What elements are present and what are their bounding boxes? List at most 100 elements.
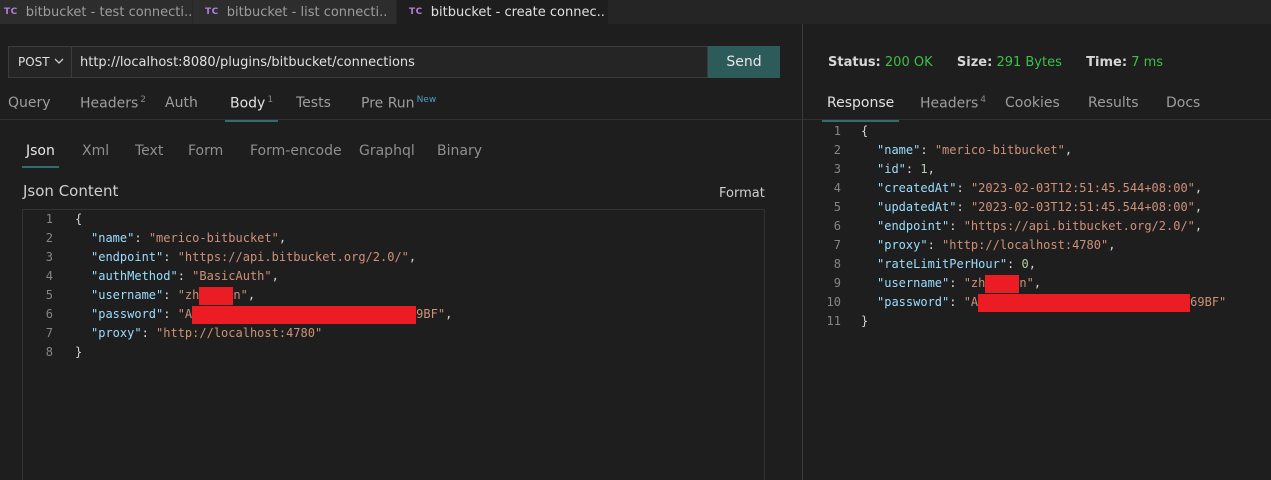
method-select[interactable]: POST [8, 46, 72, 78]
time-value: 7 ms [1131, 55, 1164, 70]
tab-label: Json [26, 143, 55, 159]
code-line: "endpoint": "https://api.bitbucket.org/2… [91, 250, 417, 264]
tab-docs[interactable]: Docs [1166, 95, 1200, 111]
body-tab-xml[interactable]: Xml [82, 143, 109, 159]
chevron-down-icon [54, 58, 64, 64]
line-number: 8 [833, 257, 841, 271]
line-number: 7 [833, 238, 841, 252]
code-line: "authMethod": "BasicAuth", [91, 269, 279, 283]
active-tab-indicator [22, 166, 59, 168]
tab-label: Pre Run [361, 95, 415, 112]
url-input[interactable]: http://localhost:8080/plugins/bitbucket/… [72, 46, 708, 78]
redaction-block [978, 293, 1191, 312]
tab-label: Response [827, 95, 895, 111]
line-number: 4 [833, 181, 841, 195]
tab-label: Tests [296, 95, 331, 111]
tab-label: Query [8, 95, 51, 111]
tab-auth[interactable]: Auth [165, 95, 198, 111]
code-line: "username": "zh n", [91, 286, 255, 305]
tab-query[interactable]: Query [8, 95, 51, 111]
count-badge: 1 [267, 95, 274, 105]
url-value: http://localhost:8080/plugins/bitbucket/… [80, 54, 415, 70]
tab-label: Headers [920, 95, 979, 112]
line-number: 4 [45, 269, 53, 283]
line-number: 9 [833, 276, 841, 290]
tab-response[interactable]: Response [822, 95, 900, 122]
thunder-client-icon: TC [205, 7, 219, 17]
status-label: Status: [828, 55, 881, 70]
time-label: Time: [1086, 55, 1128, 70]
redaction-block [199, 286, 234, 305]
line-number: 8 [45, 345, 53, 359]
body-tab-form[interactable]: Form [188, 143, 223, 159]
code-line: "name": "merico-bitbucket", [877, 143, 1073, 157]
code-line: "updatedAt": "2023-02-03T12:51:45.544+08… [877, 200, 1203, 214]
tab-tests[interactable]: Tests [296, 95, 331, 111]
line-number: 10 [826, 295, 841, 309]
new-badge: New [416, 95, 437, 105]
tab-label: Graphql [359, 143, 415, 159]
code-line: "id": 1, [877, 162, 935, 176]
tab-label: Form [188, 143, 224, 159]
tab-list-connection[interactable]: TC bitbucket - list connecti.. [193, 0, 396, 24]
line-number: 2 [45, 231, 53, 245]
code-line: "endpoint": "https://api.bitbucket.org/2… [877, 219, 1203, 233]
format-button[interactable]: Format [719, 186, 765, 201]
method-value: POST [18, 55, 50, 69]
tab-response-headers[interactable]: Headers 4 [920, 95, 986, 112]
code-line: "name": "merico-bitbucket", [91, 231, 287, 245]
tab-title: bitbucket - test connecti.. [25, 4, 192, 20]
tab-body[interactable]: Body 1 [225, 95, 279, 122]
tab-create-connection[interactable]: TC bitbucket - create connec.. ✕ [397, 0, 608, 24]
json-content-label: Json Content [23, 182, 119, 200]
line-number: 3 [45, 250, 53, 264]
size-label: Size: [956, 55, 993, 70]
tab-pre-run[interactable]: Pre Run New [361, 95, 436, 112]
line-number: 11 [826, 314, 841, 328]
code-line: "rateLimitPerHour": 0, [877, 257, 1036, 271]
send-button[interactable]: Send [708, 46, 780, 78]
tab-cookies[interactable]: Cookies [1005, 95, 1060, 111]
body-tab-graphql[interactable]: Graphql [359, 143, 415, 159]
body-tab-text[interactable]: Text [135, 143, 163, 159]
tab-headers[interactable]: Headers 2 [80, 95, 146, 112]
editor-tab-bar: TC bitbucket - test connecti.. TC bitbuc… [0, 0, 1271, 24]
tab-label: Results [1088, 95, 1139, 111]
tab-test-connection[interactable]: TC bitbucket - test connecti.. [0, 0, 192, 24]
tab-title: bitbucket - create connec.. [430, 4, 605, 20]
tab-label: Xml [82, 143, 110, 159]
response-status-bar: Status: 200 OK Size: 291 Bytes Time: 7 m… [828, 55, 1163, 70]
tab-label: Headers [80, 95, 139, 112]
line-number: 1 [45, 212, 53, 226]
line-number: 1 [833, 124, 841, 138]
tab-label: Auth [165, 95, 198, 111]
active-tab-indicator [225, 120, 279, 122]
body-tab-json[interactable]: Json [22, 143, 59, 168]
code-line: "username": "zh n", [877, 274, 1041, 293]
status-value: 200 OK [884, 55, 933, 70]
request-tabs: Query Headers 2 Auth Body 1 Tests Pre Run N… [0, 90, 802, 122]
thunder-client-icon: TC [4, 7, 18, 17]
line-number: 5 [833, 200, 841, 214]
line-number: 5 [45, 288, 53, 302]
count-badge: 4 [980, 95, 987, 105]
line-number: 3 [833, 162, 841, 176]
response-tabs: Response Headers 4 Cookies Results Docs [803, 90, 1271, 122]
request-body-editor[interactable]: 1 { 2 "name": "merico-bitbucket", 3 "end… [22, 209, 765, 480]
body-tab-binary[interactable]: Binary [437, 143, 482, 159]
body-tab-form-encode[interactable]: Form-encode [250, 143, 342, 159]
code-line: } [75, 345, 83, 359]
redaction-block [192, 305, 417, 324]
tab-label: Binary [437, 143, 482, 159]
count-badge: 2 [140, 95, 147, 105]
tab-results[interactable]: Results [1088, 95, 1139, 111]
response-body-viewer[interactable]: 1 { 2 "name": "merico-bitbucket", 3 "id"… [803, 121, 1271, 480]
tab-label: Text [135, 143, 164, 159]
tab-label: Form-encode [250, 143, 342, 159]
code-line: "proxy": "http://localhost:4780" [91, 326, 323, 340]
tab-label: Docs [1166, 95, 1201, 111]
line-number: 6 [45, 307, 53, 321]
size-value: 291 Bytes [996, 55, 1062, 70]
code-line: "createdAt": "2023-02-03T12:51:45.544+08… [877, 181, 1203, 195]
code-line: { [75, 212, 83, 226]
